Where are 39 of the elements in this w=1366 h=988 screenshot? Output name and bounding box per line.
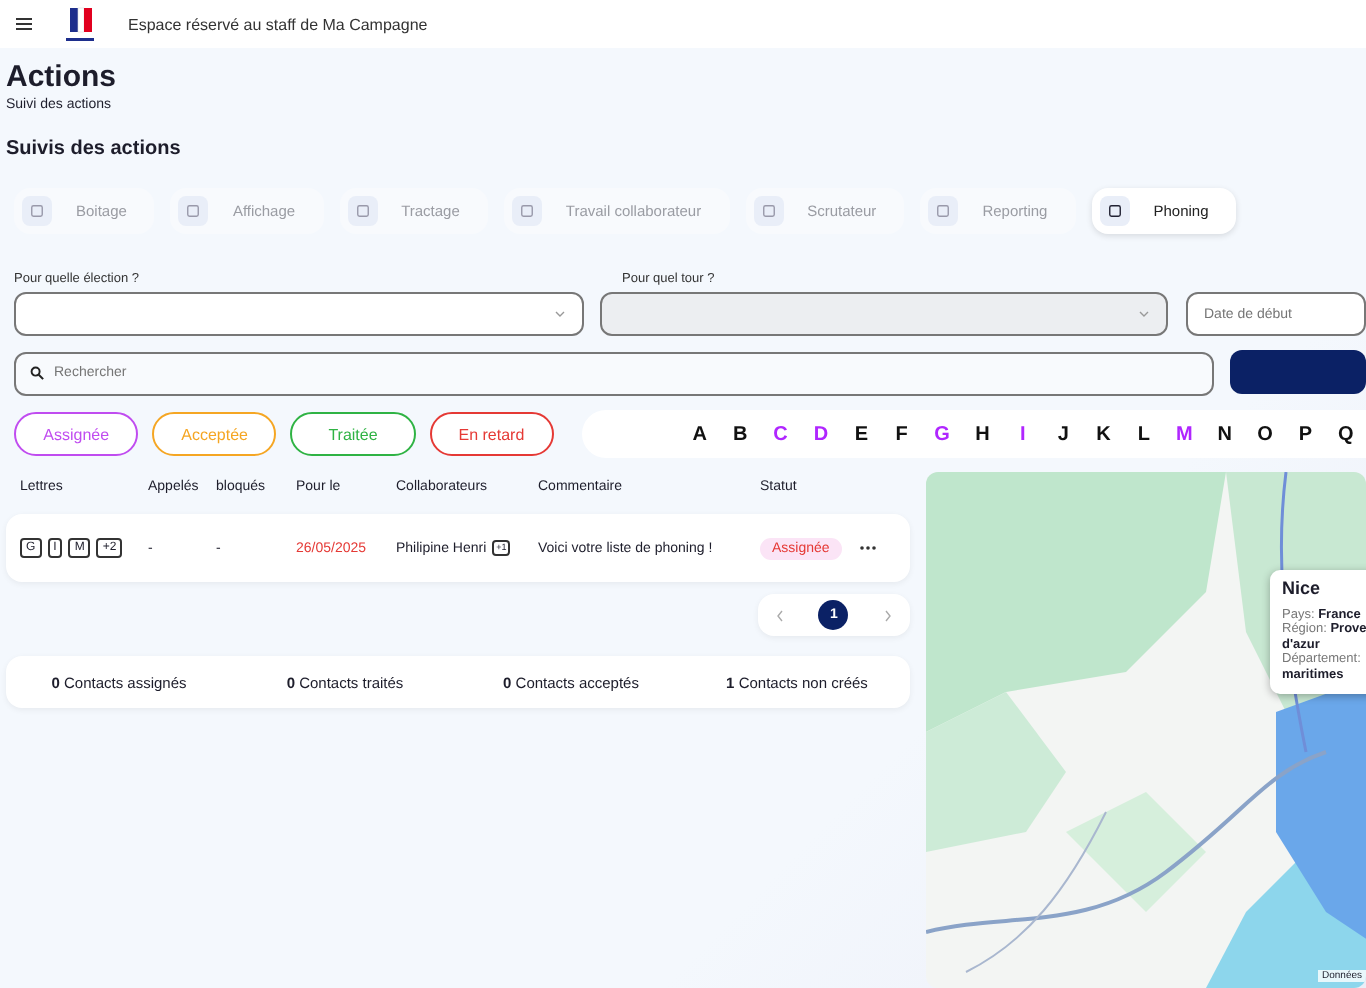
search-icon [30, 365, 44, 379]
letter-filter[interactable]: O [1244, 423, 1286, 445]
letter-filter[interactable]: G [921, 423, 963, 445]
chevron-icon [1138, 310, 1150, 318]
tab-icon [519, 204, 534, 218]
letter-filter[interactable]: P [1285, 423, 1326, 445]
letter-filter[interactable]: H [962, 423, 1003, 445]
menu-icon[interactable] [16, 18, 32, 30]
letter-filter[interactable]: E [841, 423, 882, 445]
popup-title: Nice [1282, 582, 1323, 597]
letter-filter[interactable]: D [800, 423, 842, 445]
letter-filter[interactable]: C [760, 423, 801, 445]
letter-filter[interactable]: M [1164, 423, 1205, 445]
tab-icon [936, 204, 951, 218]
page-title: Actions [6, 60, 119, 94]
chevron-icon [554, 310, 567, 318]
tab-icon [30, 204, 44, 218]
election-select[interactable] [14, 292, 585, 336]
status-filter[interactable]: Assignée [14, 412, 139, 456]
tab-icon [1107, 204, 1122, 218]
section-title: Suivis des actions [6, 138, 183, 160]
letter-filter[interactable]: I [1002, 423, 1043, 445]
previous-icon[interactable] [775, 609, 784, 621]
header-title: Espace réservé au staff de Ma Campagne [128, 15, 428, 33]
letter-filter[interactable]: K [1083, 423, 1124, 445]
letter-filter[interactable]: J [1043, 423, 1084, 445]
tab-icon [355, 204, 370, 218]
tab-icon [186, 204, 201, 218]
status-filter[interactable]: Traitée [290, 412, 416, 456]
status-filter[interactable]: En retard [429, 412, 554, 456]
next-icon[interactable] [884, 609, 893, 621]
action-button[interactable] [1230, 350, 1366, 394]
letter-filter[interactable]: A [679, 423, 720, 445]
letter-filter[interactable]: B [720, 423, 761, 445]
letter-filter[interactable]: L [1123, 423, 1165, 445]
letter-filter[interactable]: Q [1325, 423, 1366, 445]
letter-filter[interactable]: N [1204, 423, 1245, 445]
letter-filter[interactable]: F [881, 423, 922, 445]
tab-icon [761, 204, 776, 218]
